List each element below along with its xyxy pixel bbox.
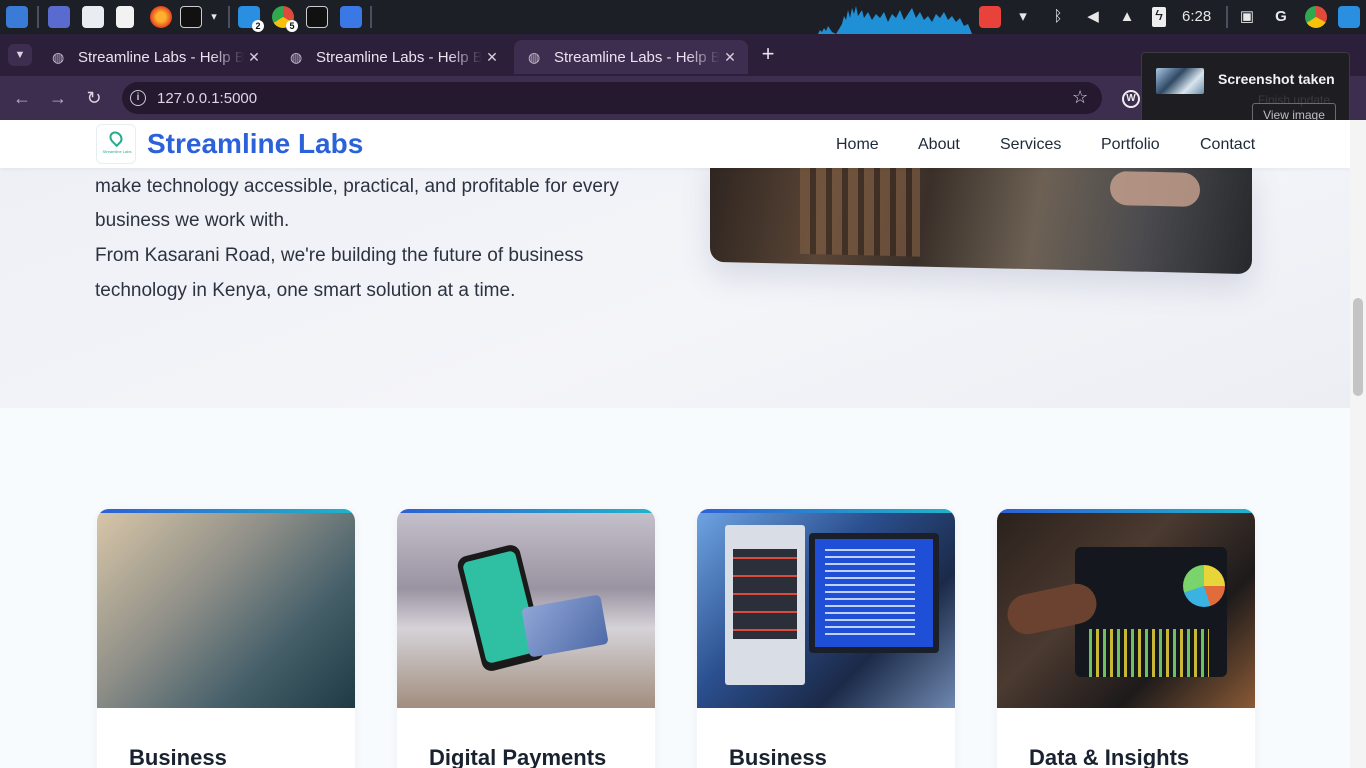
service-card-title: Digital Payments [429,745,607,768]
file-manager-icon[interactable] [82,6,104,28]
about-text-line: business we work with. [95,210,290,231]
forward-button[interactable]: → [46,86,70,110]
address-bar[interactable]: i 127.0.0.1:5000 ☆ [122,82,1102,114]
page-viewport: Streamline Labs Streamline Labs Home Abo… [0,120,1350,768]
bookmark-star-icon[interactable]: ☆ [1072,87,1088,108]
card-accent-bar [397,509,655,513]
plus-icon: + [761,41,775,66]
bluetooth-icon[interactable]: ᛒ [1049,8,1067,26]
service-card-title: Data & Insights [1029,745,1190,768]
battery-charging-icon[interactable]: ϟ [1152,7,1166,27]
clock[interactable]: 6:28 [1182,8,1211,25]
tab-title: Streamline Labs - Help Business [554,48,720,66]
nav-link-services[interactable]: Services [1000,136,1061,154]
card-accent-bar [997,509,1255,513]
vscode-icon[interactable] [1338,6,1360,28]
nav-link-about[interactable]: About [918,136,960,154]
services-section: Business Digital Payments Business Data … [0,408,1350,768]
taskbar-separator [228,6,230,28]
lock-icon[interactable]: ▣ [1238,8,1256,26]
tab-title: Streamline Labs - Help Business [316,48,482,66]
service-card[interactable]: Data & Insights [997,509,1255,768]
taskbar-separator [1226,6,1228,28]
team-meeting-image [710,151,1252,275]
service-card[interactable]: Business [697,509,955,768]
os-taskbar: ▾ 2 5 ▾ ᛒ ◀ ▲ ϟ 6:28 ▣ G [0,0,1366,34]
back-button[interactable]: ← [10,86,34,110]
scrollbar-thumb[interactable] [1353,298,1363,396]
bar-chart-graphic [1089,629,1209,677]
about-section: make technology accessible, practical, a… [0,151,1350,408]
browser-tab[interactable]: ◍ Streamline Labs - Help Business ✕ [276,40,510,74]
close-icon[interactable]: ✕ [244,49,264,66]
about-text-line: make technology accessible, practical, a… [95,176,619,197]
nav-link-contact[interactable]: Contact [1200,136,1255,154]
chrome-icon[interactable] [1305,6,1327,28]
wifi-icon[interactable]: ▾ [1014,8,1032,26]
app-menu-icon[interactable] [6,6,28,28]
nav-link-home[interactable]: Home [836,136,879,154]
service-card-title: Business [129,745,227,768]
site-logo[interactable]: Streamline Labs [96,124,136,164]
service-card[interactable]: Business [97,509,355,768]
browser-tab-active[interactable]: ◍ Streamline Labs - Help Business ✕ [514,40,748,74]
service-card[interactable]: Digital Payments [397,509,655,768]
vscode-window-count-badge: 2 [252,20,264,32]
logo-leaf-icon [106,128,126,148]
digital-marketing-laptop-image [97,509,355,708]
notification-bell-icon[interactable]: ▲ [1118,8,1136,26]
monitor-shape [809,533,939,653]
taskbar-separator [37,6,39,28]
server-rack-shape [725,525,805,685]
globe-icon: ◍ [290,49,303,65]
text-editor-icon[interactable] [116,6,134,28]
globe-icon: ◍ [52,49,65,65]
extension-icon[interactable]: W [1122,90,1140,108]
notification-title: Screenshot taken [1218,71,1335,87]
site-header: Streamline Labs Streamline Labs Home Abo… [0,120,1350,168]
reload-button[interactable]: ↻ [82,86,106,110]
tab-search-button[interactable]: ▼ [8,44,32,66]
logo-text: Streamline Labs [102,149,132,154]
new-tab-button[interactable]: + [756,41,780,66]
card-accent-bar [97,509,355,513]
volume-icon[interactable]: ◀ [1084,8,1102,26]
folder-icon[interactable] [340,6,362,28]
screenshot-thumbnail [1156,68,1204,94]
server-computer-image [697,509,955,708]
credit-card-shape [521,594,609,658]
terminal-icon[interactable] [306,6,328,28]
audio-visualizer [818,6,972,34]
hand-detail [1110,170,1200,207]
brand-name[interactable]: Streamline Labs [147,128,363,160]
close-icon[interactable]: ✕ [720,49,740,66]
page-scrollbar[interactable] [1350,120,1366,768]
chevron-down-icon[interactable]: ▾ [205,8,223,26]
url-text[interactable]: 127.0.0.1:5000 [157,90,257,107]
chevron-down-icon: ▼ [14,49,26,61]
anydesk-icon[interactable] [979,6,1001,28]
card-accent-bar [697,509,955,513]
nav-link-portfolio[interactable]: Portfolio [1101,136,1160,154]
site-info-icon[interactable]: i [130,90,146,106]
taskbar-separator [370,6,372,28]
chair-detail [800,153,920,257]
globe-icon: ◍ [528,49,541,65]
pie-chart-graphic [1183,565,1225,607]
service-card-title: Business [729,745,827,768]
tab-title: Streamline Labs - Help Business [78,48,244,66]
firefox-icon[interactable] [150,6,172,28]
analytics-dashboard-image [997,509,1255,708]
chrome-window-count-badge: 5 [286,20,298,32]
workspace-icon[interactable] [48,6,70,28]
about-text-line: technology in Kenya, one smart solution … [95,280,516,301]
about-text-line: From Kasarani Road, we're building the f… [95,245,584,266]
close-icon[interactable]: ✕ [482,49,502,66]
terminal-icon[interactable] [180,6,202,28]
google-icon[interactable]: G [1272,8,1290,26]
browser-tab[interactable]: ◍ Streamline Labs - Help Business ✕ [38,40,272,74]
mobile-payment-card-image [397,509,655,708]
